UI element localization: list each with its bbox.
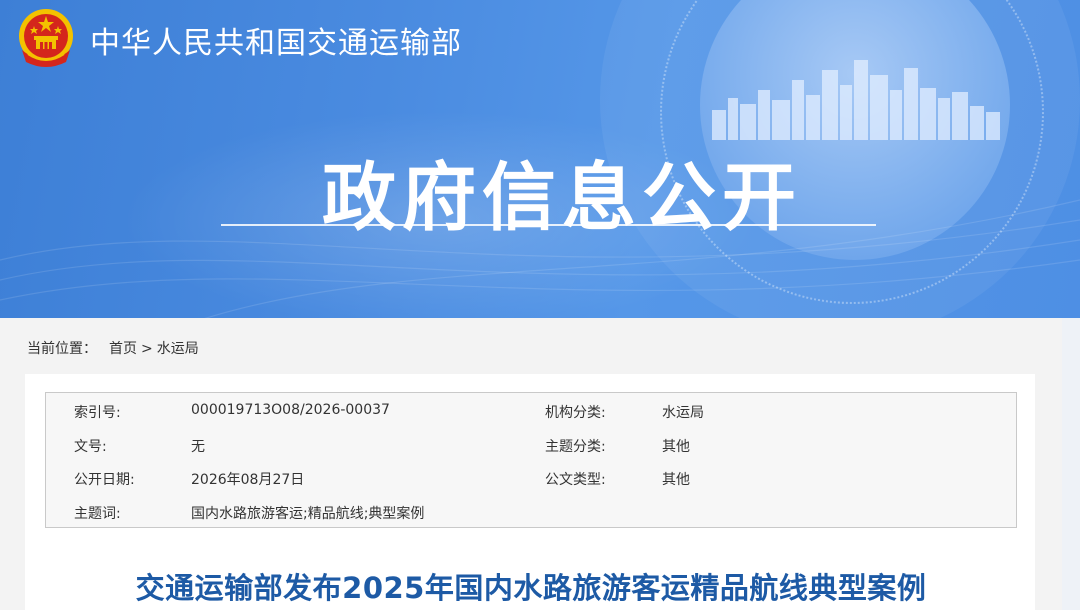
- header-banner: 中华人民共和国交通运输部 政府信息公开: [0, 0, 1080, 318]
- keywords-label: 主题词:: [74, 506, 121, 522]
- topic-category-value: 其他: [662, 439, 690, 455]
- breadcrumb-separator: >: [141, 341, 153, 357]
- breadcrumb-current-link[interactable]: 水运局: [157, 341, 199, 357]
- doc-no-label: 文号:: [74, 439, 107, 455]
- breadcrumb-label: 当前位置：: [27, 341, 97, 357]
- publish-date-value: 2026年08月27日: [191, 472, 305, 488]
- index-no-value: 000019713O08/2026-00037: [191, 402, 390, 418]
- breadcrumb: 当前位置： 首页 > 水运局: [27, 338, 199, 358]
- org-category-value: 水运局: [662, 405, 704, 421]
- ministry-name[interactable]: 中华人民共和国交通运输部: [90, 18, 462, 62]
- city-skyline-graphic: [712, 60, 1000, 140]
- document-metadata-table: 索引号: 000019713O08/2026-00037 机构分类: 水运局 文…: [45, 392, 1017, 528]
- national-emblem-icon: [19, 9, 73, 67]
- breadcrumb-home-link[interactable]: 首页: [109, 341, 137, 357]
- banner-divider: [221, 224, 876, 226]
- topic-category-label: 主题分类:: [545, 439, 606, 455]
- doc-type-label: 公文类型:: [545, 472, 606, 488]
- keywords-value: 国内水路旅游客运;精品航线;典型案例: [191, 506, 425, 522]
- doc-no-value: 无: [191, 439, 205, 455]
- article-title: 交通运输部发布2025年国内水路旅游客运精品航线典型案例: [135, 571, 927, 605]
- index-no-label: 索引号:: [74, 405, 121, 421]
- publish-date-label: 公开日期:: [74, 472, 135, 488]
- doc-type-value: 其他: [662, 472, 690, 488]
- org-category-label: 机构分类:: [545, 405, 606, 421]
- banner-title: 政府信息公开: [322, 155, 802, 241]
